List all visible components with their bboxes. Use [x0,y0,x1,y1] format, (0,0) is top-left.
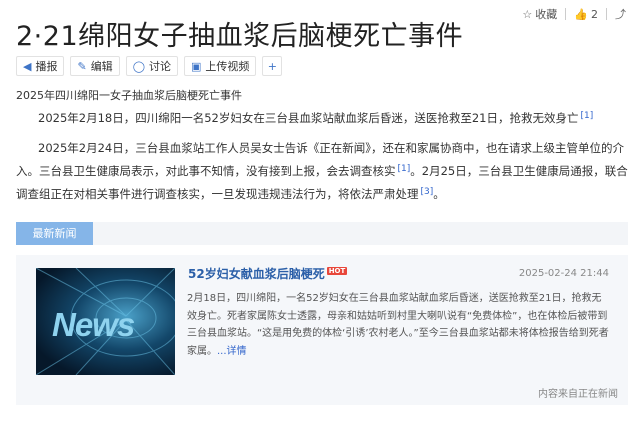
share-icon: ⤴ [615,7,626,21]
comment-icon: ◯ [132,59,145,73]
discuss-button[interactable]: ◯ 讨论 [125,56,178,76]
divider [606,8,607,20]
details-link[interactable]: ...详情 [217,346,247,357]
page-title: 2·21绵阳女子抽血浆后脑梗死亡事件 [16,21,464,52]
news-section-header: 最新新闻 [16,222,628,245]
video-icon: ▣ [191,59,202,73]
news-card[interactable]: News 52岁妇女献血浆后脑梗死 HOT 2025-02-24 21:44 2月… [16,255,628,405]
share-button[interactable]: ⤴ [615,9,626,20]
news-datetime: 2025-02-24 21:44 [518,268,609,279]
toolbar: ◀ 播报 ✎ 编辑 ◯ 讨论 ▣ 上传视频 + [16,56,283,76]
excerpt-text: 2月18日，四川绵阳，一名52岁妇女在三台县血浆站献血浆后昏迷，送医抢救至21日… [187,293,609,357]
favorite-label: 收藏 [535,8,558,21]
upload-video-button[interactable]: ▣ 上传视频 [184,56,257,76]
reference-link[interactable]: [1] [398,164,411,174]
upload-video-label: 上传视频 [205,60,250,73]
top-actions: ☆ 收藏 👍 2 ⤴ [522,6,626,22]
add-button[interactable]: + [262,56,283,76]
paragraph-text: 。 [433,187,445,201]
edit-icon: ✎ [77,59,87,73]
tab-latest-news[interactable]: 最新新闻 [16,222,93,245]
news-excerpt: 2月18日，四川绵阳，一名52岁妇女在三台县血浆站献血浆后昏迷，送医抢救至21日… [187,290,609,360]
paragraph: 2025年2月24日，三台县血浆站工作人员吴女士告诉《正在新闻》，还在和家属协商… [16,138,628,205]
headline-text: 52岁妇女献血浆后脑梗死 [188,267,325,281]
news-logo: News [52,306,135,343]
discuss-label: 讨论 [149,60,171,73]
edit-label: 编辑 [90,60,113,73]
plus-icon: + [267,59,278,73]
thumbs-up-icon: 👍 [574,7,588,21]
reference-link[interactable]: [3] [421,187,434,197]
speaker-icon: ◀ [23,59,32,73]
hot-badge: HOT [326,267,348,275]
divider [565,8,567,20]
play-button[interactable]: ◀ 播报 [16,56,65,76]
play-label: 播报 [35,60,58,73]
reference-link[interactable]: [1] [580,111,593,121]
like-button[interactable]: 👍 2 [574,8,598,21]
news-headline[interactable]: 52岁妇女献血浆后脑梗死 HOT [188,265,348,282]
paragraph: 2025年2月18日，四川绵阳一名52岁妇女在三台县血浆站献血浆后昏迷，送医抢救… [16,106,628,129]
star-icon: ☆ [522,7,533,21]
summary-text: 2025年四川绵阳一女子抽血浆后脑梗死亡事件 [16,89,242,102]
favorite-button[interactable]: ☆ 收藏 [522,6,557,22]
paragraph-text: 2025年2月18日，四川绵阳一名52岁妇女在三台县血浆站献血浆后昏迷，送医抢救… [38,111,579,125]
like-count: 2 [591,7,598,21]
news-source: 内容来自正在新闻 [538,389,618,400]
news-thumbnail[interactable]: News [36,268,175,375]
edit-button[interactable]: ✎ 编辑 [70,56,120,76]
